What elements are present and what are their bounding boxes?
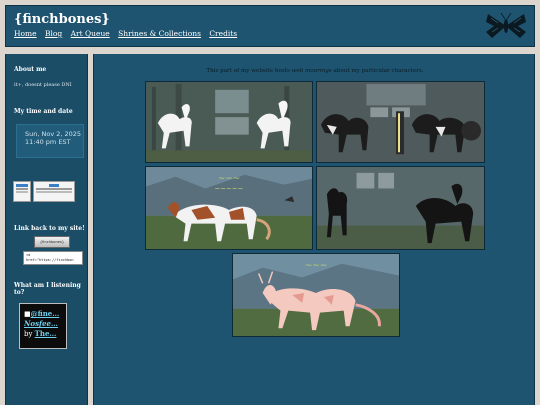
np-track-2[interactable]: Nosfee… — [24, 319, 58, 328]
sidebar: About me it+, doesnt please DNI My time … — [5, 54, 88, 405]
character-art-clysmo-pink[interactable]: ~~~ — [232, 253, 400, 337]
main-content: This part of my website hosts web moorin… — [93, 54, 535, 405]
badge-blinkie-2[interactable] — [33, 181, 75, 202]
np-artist[interactable]: The… — [35, 329, 57, 338]
clock-widget: Sun, Nov 2, 2025 11:40 pm EST — [16, 124, 84, 158]
site-title[interactable]: {finchbones} — [14, 12, 110, 27]
site-header: {finchbones} Home Blog Art Queue Shrines… — [5, 5, 535, 47]
svg-text:~~~: ~~~ — [305, 261, 327, 271]
about-heading: About me — [14, 66, 47, 73]
badge-blinkie-1[interactable] — [13, 181, 31, 202]
character-art-black-horse[interactable] — [316, 166, 485, 250]
nav-blog[interactable]: Blog — [45, 29, 62, 38]
clock-time: 11:40 pm EST — [25, 138, 71, 146]
intro-after: about my particular characters. — [333, 68, 424, 74]
intro-em: web moorings — [291, 68, 332, 74]
clock-date: Sun, Nov 2, 2025 — [25, 130, 82, 138]
np-track-1[interactable]: @fine… — [31, 309, 60, 318]
now-playing-widget: ■@fine… Nosfee… by The… — [19, 303, 67, 349]
main-nav: Home Blog Art Queue Shrines & Collection… — [14, 29, 243, 38]
character-art-dark-horse-ref[interactable] — [316, 81, 485, 163]
about-text: it+, doesnt please DNI — [14, 82, 72, 88]
link-back-heading: Link back to my site! — [14, 225, 85, 232]
listening-heading: What am I listening to? — [14, 282, 81, 296]
svg-text:~~~: ~~~ — [218, 174, 240, 184]
intro-text: This part of my website hosts web moorin… — [94, 68, 536, 74]
svg-text:~~~~~: ~~~~~ — [215, 184, 244, 192]
moth-icon — [486, 12, 526, 38]
nav-home[interactable]: Home — [14, 29, 37, 38]
link-back-button[interactable]: {finchbones} — [34, 236, 70, 248]
intro-before: This part of my website hosts — [206, 68, 290, 74]
time-heading: My time and date — [14, 108, 73, 115]
np-by: by — [24, 330, 33, 338]
character-art-white-horse[interactable] — [145, 81, 313, 163]
nav-shrines-collections[interactable]: Shrines & Collections — [118, 29, 201, 38]
character-art-clysmo-pinto[interactable]: ~~~ ~~~~~ — [145, 166, 313, 250]
nav-credits[interactable]: Credits — [209, 29, 237, 38]
link-code-snippet[interactable]: <a href="https://finchbon — [23, 251, 83, 265]
nav-art-queue[interactable]: Art Queue — [71, 29, 110, 38]
